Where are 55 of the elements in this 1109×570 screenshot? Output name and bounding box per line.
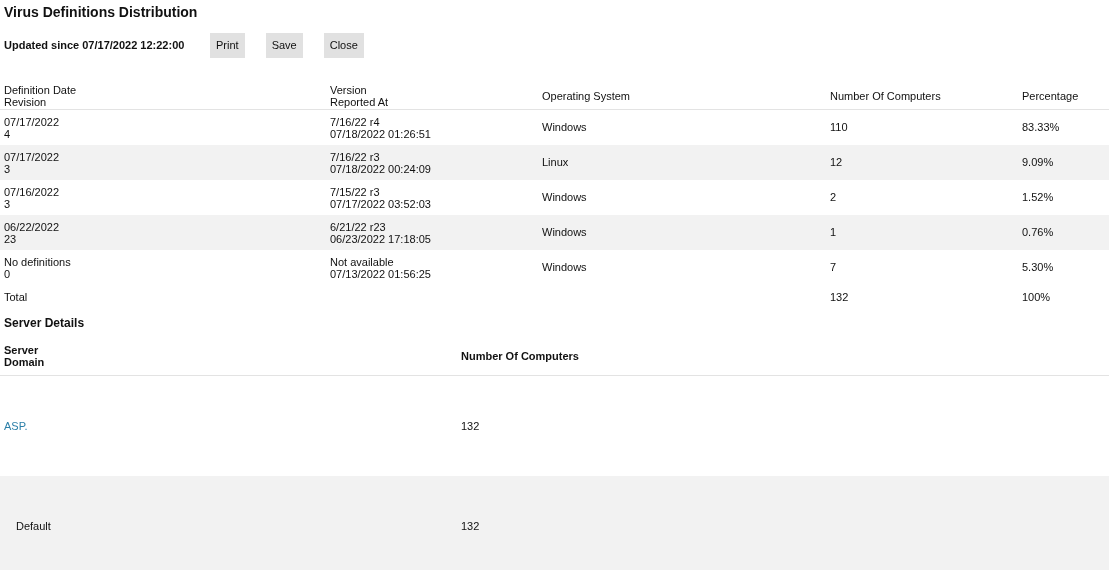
table-cell-text: 07/16/2022 (4, 185, 61, 198)
column-header: Number Of Computers (830, 89, 941, 102)
table-cell-text: Not available (330, 255, 395, 268)
table-cell: 12 (830, 156, 843, 169)
table-cell: 1 (830, 226, 837, 239)
table-cell-text: 6/21/22 r23 (330, 220, 387, 233)
table-cell-text: 06/22/2022 (4, 220, 61, 233)
table-cell-text: 07/17/2022 (4, 115, 61, 128)
table-cell-text: 07/13/2022 01:56:25 (330, 267, 432, 280)
table-cell-text: 07/18/2022 00:24:09 (330, 162, 432, 175)
total-label: Total (4, 290, 28, 303)
table-cell-text: 4 (4, 127, 12, 140)
table-cell: Linux (542, 156, 569, 169)
toolbar-button[interactable]: Close (323, 33, 364, 58)
toolbar-button[interactable]: Print (210, 33, 245, 58)
table-cell: 83.33% (1022, 121, 1060, 134)
page-title: Virus Definitions Distribution (3, 3, 199, 21)
table-cell-text: 07/17/2022 (4, 150, 61, 163)
table-cell: 132 (461, 519, 480, 532)
table-cell-text: No definitions (4, 255, 72, 268)
table-cell: 7 (830, 261, 837, 274)
table-cell: 9.09% (1022, 156, 1054, 169)
server-link[interactable]: ASP. (4, 419, 28, 432)
column-header: Percentage (1022, 89, 1079, 102)
table-cell-text: 7/16/22 r3 (330, 150, 381, 163)
table-cell: 0.76% (1022, 226, 1054, 239)
table-cell-text: 07/18/2022 01:26:51 (330, 127, 432, 140)
table-cell-text: 3 (4, 197, 12, 210)
table-cell: 2 (830, 191, 837, 204)
table-cell: Windows (542, 121, 587, 134)
updated-since-text: Updated since 07/17/2022 12:22:00 (4, 38, 186, 54)
total-cell: 100% (1022, 290, 1051, 303)
column-header: Number Of Computers (461, 349, 579, 362)
column-header: Server Domain (4, 343, 45, 368)
table-cell-text: 7/16/22 r4 (330, 115, 381, 128)
column-header: Operating System (542, 89, 631, 102)
table-cell: 1.52% (1022, 191, 1054, 204)
table-cell-text: 0 (4, 267, 12, 280)
toolbar-button[interactable]: Save (265, 33, 303, 58)
column-header: Version Reported At (330, 83, 389, 108)
table-cell: 132 (461, 419, 480, 432)
table-cell-text: 3 (4, 162, 12, 175)
table-cell: 5.30% (1022, 261, 1054, 274)
table-cell-text: 06/23/2022 17:18:05 (330, 232, 432, 245)
table-cell: Windows (542, 261, 587, 274)
column-header: Definition Date Revision (4, 83, 77, 108)
table-cell-text: 07/17/2022 03:52:03 (330, 197, 432, 210)
table-cell: Windows (542, 191, 587, 204)
table-cell-text: 23 (4, 232, 18, 245)
table-cell-text: 7/15/22 r3 (330, 185, 381, 198)
table-cell: 110 (830, 121, 848, 134)
section-title: Server Details (3, 316, 85, 330)
domain-name: Default (15, 519, 51, 532)
table-cell: Windows (542, 226, 587, 239)
total-cell: 132 (830, 290, 849, 303)
